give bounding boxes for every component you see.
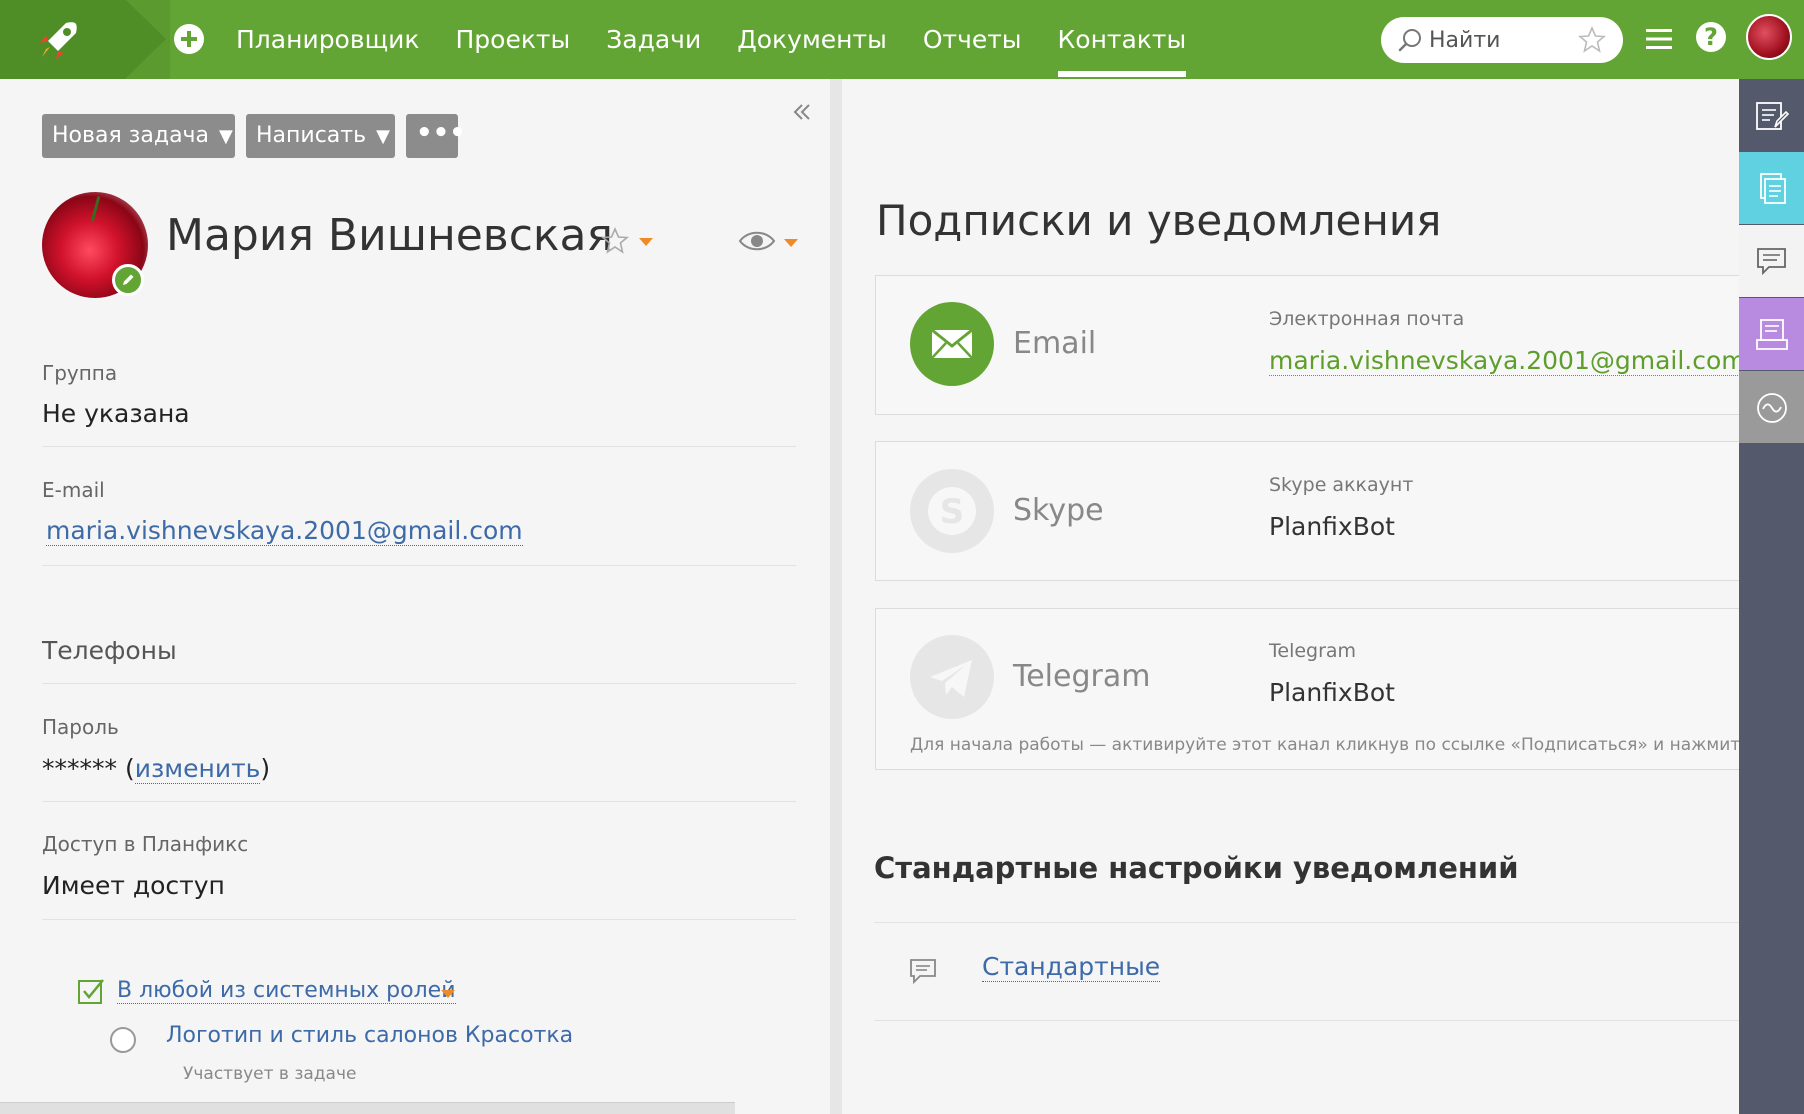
rocket-logo-icon	[40, 22, 77, 59]
chevron-down-icon: ▼	[376, 126, 390, 147]
password-value: ****** (изменить)	[42, 754, 271, 784]
telegram-note: Для начала работы — активируйте этот кан…	[910, 735, 1742, 755]
channel-email-link[interactable]: maria.vishnevskaya.2001@gmail.com	[1269, 346, 1746, 376]
documents-icon	[1760, 173, 1786, 204]
sidebar-item-documents[interactable]	[1739, 152, 1804, 224]
system-roles-link[interactable]: В любой из системных ролей	[117, 978, 456, 1004]
channel-name-email: Email	[1013, 326, 1097, 361]
password-label: Пароль	[42, 715, 119, 739]
horizontal-scrollbar[interactable]	[0, 1102, 735, 1114]
sidebar-item-subscriptions[interactable]	[1739, 225, 1804, 297]
channel-card-skype	[875, 441, 1745, 581]
contact-name: Мария Вишневская	[166, 210, 613, 261]
standard-notifications-link[interactable]: Стандартные	[982, 952, 1161, 982]
main-nav: Планировщик Проекты Задачи Документы Отч…	[218, 0, 1204, 79]
skype-icon: S	[910, 469, 994, 553]
nav-item-projects[interactable]: Проекты	[437, 0, 588, 79]
access-label: Доступ в Планфикс	[42, 832, 249, 856]
channel-name-skype: Skype	[1013, 493, 1104, 528]
sidebar-item-activity[interactable]	[1739, 371, 1804, 443]
sidebar-item-inbox[interactable]	[1739, 298, 1804, 370]
channel-label-email: Электронная почта	[1269, 308, 1465, 330]
envelope-icon	[910, 302, 994, 386]
nav-item-tasks[interactable]: Задачи	[588, 0, 719, 79]
task-role-note: Участвует в задаче	[183, 1064, 357, 1084]
task-link[interactable]: Логотип и стиль салонов Красотка	[166, 1023, 573, 1048]
roles-dropdown-icon[interactable]	[441, 990, 455, 998]
radio-icon[interactable]	[110, 1027, 136, 1053]
nav-item-documents[interactable]: Документы	[719, 0, 905, 79]
activity-icon	[1757, 393, 1787, 423]
pencil-icon	[123, 274, 134, 285]
channel-label-skype: Skype аккаунт	[1269, 474, 1414, 496]
search-icon	[1398, 29, 1421, 52]
eye-icon[interactable]	[738, 228, 776, 254]
nav-item-planner[interactable]: Планировщик	[218, 0, 437, 79]
help-icon[interactable]: ?	[1696, 22, 1726, 52]
subscriptions-title: Подписки и уведомления	[876, 196, 1442, 245]
svg-text:S: S	[940, 492, 965, 532]
phones-title: Телефоны	[42, 636, 177, 665]
channel-name-telegram: Telegram	[1013, 659, 1151, 694]
channel-value-skype: PlanfixBot	[1269, 512, 1395, 541]
favorite-dropdown-icon[interactable]	[639, 238, 653, 246]
inbox-icon	[1756, 319, 1788, 350]
nav-item-contacts[interactable]: Контакты	[1040, 0, 1205, 79]
top-navigation-bar: Планировщик Проекты Задачи Документы Отч…	[0, 0, 1804, 79]
menu-icon[interactable]	[1644, 24, 1674, 54]
star-icon[interactable]	[1577, 25, 1607, 55]
nav-item-reports[interactable]: Отчеты	[905, 0, 1040, 79]
chat-icon	[910, 959, 936, 985]
access-value: Имеет доступ	[42, 871, 225, 900]
telegram-icon	[910, 635, 994, 719]
change-password-link[interactable]: изменить	[134, 754, 261, 784]
logo-area[interactable]	[0, 0, 130, 79]
channel-label-telegram: Telegram	[1269, 640, 1357, 662]
checkbox-icon[interactable]	[77, 977, 105, 1005]
channel-value-telegram: PlanfixBot	[1269, 678, 1395, 707]
edit-avatar-button[interactable]	[112, 264, 144, 296]
search-input[interactable]	[1429, 17, 1579, 63]
plus-icon[interactable]	[174, 24, 204, 54]
channel-card-email	[875, 275, 1745, 415]
collapse-icon[interactable]	[790, 100, 814, 124]
sidebar-item-edit[interactable]	[1739, 79, 1804, 151]
star-icon[interactable]	[600, 226, 630, 256]
group-value: Не указана	[42, 399, 190, 428]
edit-document-icon	[1756, 102, 1789, 130]
panel-divider[interactable]	[830, 79, 842, 1114]
email-label: E-mail	[42, 478, 105, 502]
chat-icon	[1757, 248, 1786, 276]
user-avatar[interactable]	[1746, 14, 1792, 60]
group-label: Группа	[42, 361, 118, 385]
watch-dropdown-icon[interactable]	[784, 239, 798, 247]
write-button[interactable]: Написать ▼	[246, 114, 395, 158]
new-task-button[interactable]: Новая задача ▼	[42, 114, 235, 158]
standard-notifications-title: Стандартные настройки уведомлений	[874, 851, 1519, 885]
chevron-down-icon: ▼	[219, 126, 233, 147]
email-link[interactable]: maria.vishnevskaya.2001@gmail.com	[46, 516, 523, 546]
more-button[interactable]: •••	[406, 114, 466, 158]
